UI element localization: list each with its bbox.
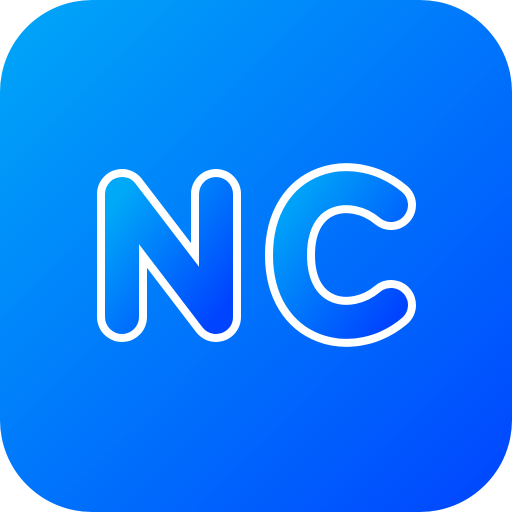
icon-background [0, 0, 512, 512]
nc-app-icon[interactable] [0, 0, 512, 512]
nc-icon-graphic [0, 0, 512, 512]
